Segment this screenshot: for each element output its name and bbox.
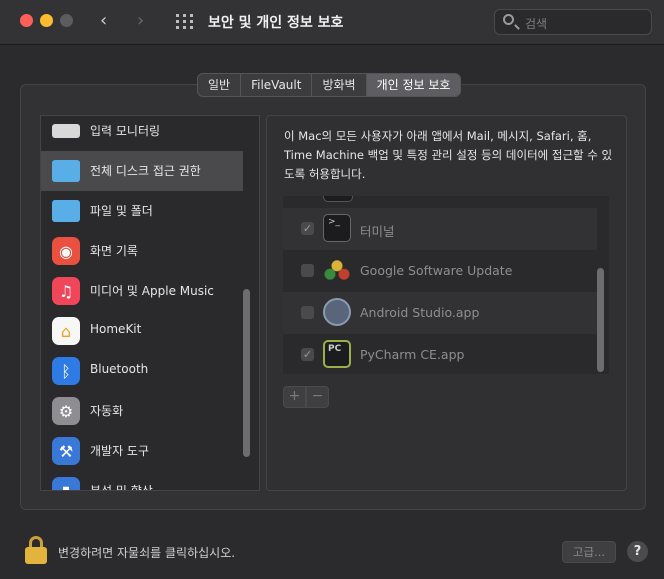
title-bar: ‹ › 보안 및 개인 정보 보호 검색 bbox=[0, 0, 664, 45]
sidebar-item-screen-recording[interactable]: ◉ 화면 기록 bbox=[41, 231, 243, 271]
tab-filevault[interactable]: FileVault bbox=[241, 74, 313, 96]
developer-tools-icon: ⚒ bbox=[52, 437, 80, 465]
android-studio-icon bbox=[323, 298, 351, 326]
app-name: PyCharm CE.app bbox=[360, 347, 465, 362]
analytics-icon: ▮ bbox=[52, 477, 80, 490]
sidebar-item-files-folders[interactable]: 파일 및 폴더 bbox=[41, 191, 243, 231]
keyboard-icon bbox=[52, 124, 80, 138]
sidebar-item-label: 자동화 bbox=[90, 404, 124, 418]
privacy-category-sidebar: 입력 모니터링 전체 디스크 접근 권한 파일 및 폴더 ◉ 화면 기록 ♫ 미… bbox=[40, 115, 260, 491]
tab-firewall[interactable]: 방화벽 bbox=[312, 74, 367, 96]
sidebar-scrollbar[interactable] bbox=[243, 289, 250, 457]
sidebar-item-analytics[interactable]: ▮ 분석 및 향상 bbox=[41, 471, 243, 491]
minimize-window-button[interactable] bbox=[40, 14, 53, 27]
app-checkbox[interactable] bbox=[301, 264, 314, 277]
app-checkbox[interactable]: ✓ bbox=[301, 222, 314, 235]
sidebar-item-label: 미디어 및 Apple Music bbox=[90, 284, 214, 298]
zoom-window-button[interactable] bbox=[60, 14, 73, 27]
app-name: Google Software Update bbox=[360, 263, 513, 278]
list-row-partial bbox=[283, 196, 597, 202]
sidebar-item-full-disk-access[interactable]: 전체 디스크 접근 권한 bbox=[41, 151, 243, 191]
google-update-icon bbox=[323, 256, 351, 284]
sidebar-item-label: 분석 및 향상 bbox=[90, 484, 153, 491]
advanced-button[interactable]: 고급... bbox=[562, 541, 616, 563]
app-list: ✓ >_ 터미널 Google Software Update Android … bbox=[283, 196, 609, 374]
sidebar-item-input-monitoring[interactable]: 입력 모니터링 bbox=[41, 116, 243, 151]
sidebar-item-media-apple-music[interactable]: ♫ 미디어 및 Apple Music bbox=[41, 271, 243, 311]
lock-instruction-text: 변경하려면 자물쇠를 클릭하십시오. bbox=[58, 546, 236, 560]
gear-icon: ⚙ bbox=[52, 397, 80, 425]
show-all-grid-icon[interactable] bbox=[176, 14, 193, 29]
sidebar-item-bluetooth[interactable]: ᛒ Bluetooth bbox=[41, 351, 243, 391]
app-row-pycharm[interactable]: ✓ PC PyCharm CE.app bbox=[283, 334, 597, 374]
window-title: 보안 및 개인 정보 보호 bbox=[208, 15, 344, 31]
app-row-android-studio[interactable]: Android Studio.app bbox=[283, 292, 597, 334]
sidebar-item-label: 개발자 도구 bbox=[90, 444, 150, 458]
folder-icon bbox=[52, 160, 80, 182]
sidebar-item-developer-tools[interactable]: ⚒ 개발자 도구 bbox=[41, 431, 243, 471]
terminal-icon: >_ bbox=[323, 214, 351, 242]
sidebar-item-label: 전체 디스크 접근 권한 bbox=[90, 164, 201, 178]
permission-description: 이 Mac의 모든 사용자가 아래 앱에서 Mail, 메시지, Safari,… bbox=[284, 129, 613, 181]
sidebar-item-homekit[interactable]: ⌂ HomeKit bbox=[41, 311, 243, 351]
home-icon: ⌂ bbox=[52, 317, 80, 345]
sidebar-item-label: 화면 기록 bbox=[90, 244, 138, 258]
bluetooth-icon: ᛒ bbox=[52, 357, 80, 385]
forward-arrow-icon[interactable]: › bbox=[137, 10, 144, 31]
tab-privacy[interactable]: 개인 정보 보호 bbox=[366, 74, 461, 96]
screen-record-icon: ◉ bbox=[52, 237, 80, 265]
sidebar-item-label: 입력 모니터링 bbox=[90, 124, 161, 138]
app-checkbox[interactable] bbox=[301, 306, 314, 319]
lock-icon[interactable] bbox=[25, 536, 47, 564]
music-icon: ♫ bbox=[52, 277, 80, 305]
app-row-terminal[interactable]: ✓ >_ 터미널 bbox=[283, 208, 597, 250]
app-checkbox[interactable]: ✓ bbox=[301, 348, 314, 361]
pycharm-icon: PC bbox=[323, 340, 351, 368]
sidebar-item-label: 파일 및 폴더 bbox=[90, 204, 153, 218]
folder-icon bbox=[52, 200, 80, 222]
search-placeholder: 검색 bbox=[525, 17, 548, 31]
back-arrow-icon[interactable]: ‹ bbox=[100, 10, 107, 31]
sidebar-item-label: HomeKit bbox=[90, 322, 142, 336]
app-icon-partial bbox=[323, 196, 353, 202]
search-field[interactable]: 검색 bbox=[494, 9, 652, 35]
remove-app-button[interactable]: − bbox=[306, 386, 329, 408]
search-icon bbox=[503, 14, 514, 25]
app-row-google-software-update[interactable]: Google Software Update bbox=[283, 250, 597, 292]
add-app-button[interactable]: + bbox=[283, 386, 306, 408]
close-window-button[interactable] bbox=[20, 14, 33, 27]
tab-general[interactable]: 일반 bbox=[198, 74, 242, 96]
tab-bar: 일반 FileVault 방화벽 개인 정보 보호 bbox=[197, 73, 462, 97]
app-name: Android Studio.app bbox=[360, 305, 480, 320]
app-name: 터미널 bbox=[360, 224, 395, 239]
list-controls: + − bbox=[283, 386, 329, 408]
sidebar-item-automation[interactable]: ⚙ 자동화 bbox=[41, 391, 243, 431]
app-list-scrollbar[interactable] bbox=[597, 268, 604, 372]
sidebar-item-label: Bluetooth bbox=[90, 362, 149, 376]
help-button[interactable]: ? bbox=[627, 541, 648, 562]
